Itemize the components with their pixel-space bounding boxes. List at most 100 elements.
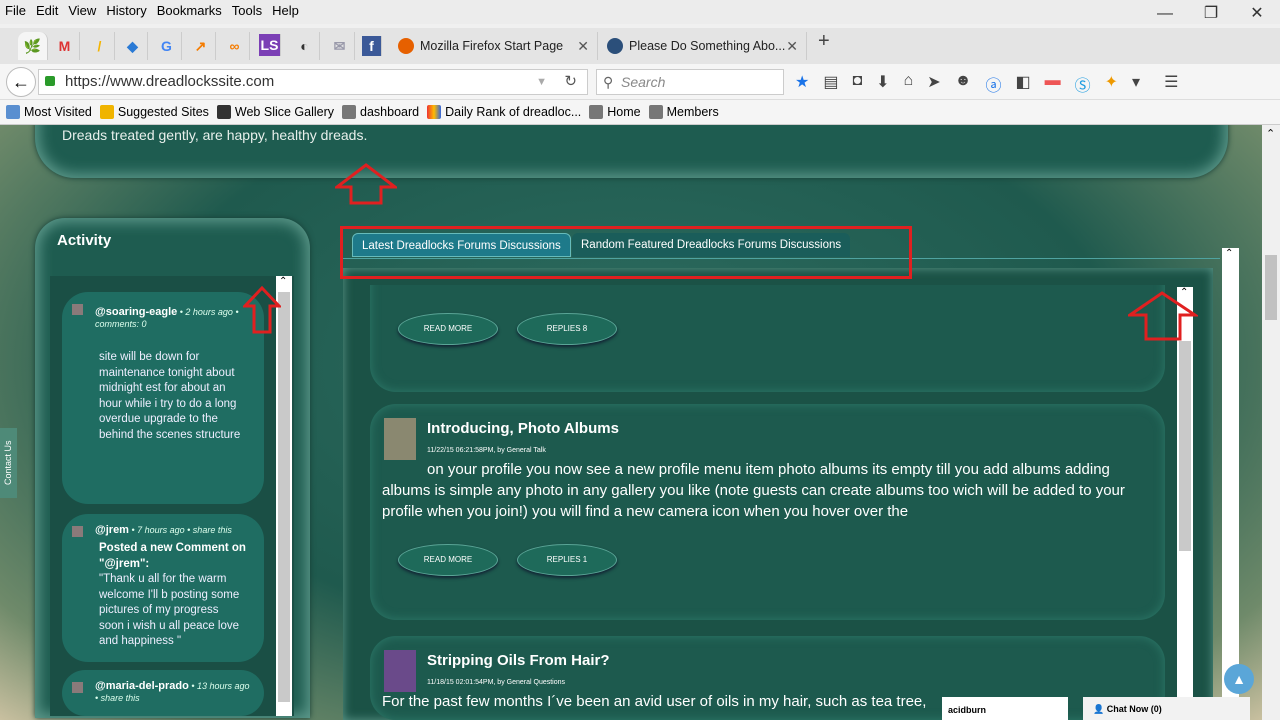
activity-scrollbar[interactable]: ⌃ [276,276,292,716]
minimize-button[interactable]: — [1142,0,1188,28]
home-icon[interactable]: ⌂ [904,72,914,96]
pocket-icon[interactable]: ◘ [852,72,862,96]
discussion-scrollbar[interactable]: ⌃ [1177,287,1193,720]
bookmark-web-slice-gallery[interactable]: Web Slice Gallery [216,105,335,119]
search-placeholder: Search [621,74,666,90]
send-icon[interactable]: ➤ [927,72,940,96]
pinned-tab-dreadlocks[interactable]: 🌿 [18,32,48,60]
scrollbar-track[interactable] [278,292,290,702]
chat-username[interactable]: acidburn [942,697,1068,720]
post-category-link[interactable]: General Talk [507,447,546,454]
bookmark-dashboard[interactable]: dashboard [342,105,419,119]
url-bar[interactable]: https://www.dreadlockssite.com ▼ ↻ [38,69,588,95]
lock-icon [45,76,55,86]
activity-user[interactable]: @jrem [95,524,129,536]
new-tab-button[interactable]: + [818,30,830,53]
annotation-arrow-icon [335,163,397,205]
post-title[interactable]: Introducing, Photo Albums [427,420,619,437]
pinned-tab-google[interactable]: G [152,32,182,60]
pinned-tab-analytics[interactable]: ↗ [186,32,216,60]
activity-item: @soaring-eagle • 2 hours ago • comments:… [62,292,264,504]
bookmark-suggested-sites[interactable]: Suggested Sites [99,105,209,119]
pinned-tab-globe[interactable]: ◐ [290,32,320,60]
pinned-tab-mail[interactable]: ✉ [325,32,355,60]
activity-lead: Posted a new Comment on "@jrem": [99,542,246,570]
hamburger-menu-icon[interactable]: ☰ [1164,72,1178,96]
menu-help[interactable]: Help [267,0,304,18]
page-scrollbar[interactable]: ⌃ [1262,125,1280,720]
back-button[interactable]: ← [6,67,36,97]
restore-button[interactable]: ❐ [1188,0,1234,28]
bookmark-members[interactable]: Members [648,105,719,119]
activity-user[interactable]: @soaring-eagle [95,306,177,318]
close-tab-icon[interactable]: ✕ [786,32,798,60]
post-excerpt: on your profile you now see a new profil… [382,461,1125,520]
post-avatar [384,418,416,460]
menu-edit[interactable]: Edit [31,0,63,18]
activity-body: site will be down for maintenance tonigh… [99,351,241,441]
post-category-link[interactable]: General Questions [507,679,565,686]
overflow-chevron-icon[interactable]: ▾ [1132,72,1140,96]
addon-icon[interactable]: ✦ [1105,72,1118,96]
bookmark-label: Suggested Sites [117,105,209,119]
activity-item: @maria-del-prado • 13 hours ago • share … [62,670,264,716]
replies-button[interactable]: REPLIES 8 [517,313,617,345]
tab-firefox-start[interactable]: Mozilla Firefox Start Page ✕ [394,32,598,60]
menu-bar: File Edit View History Bookmarks Tools Help [0,0,1280,24]
forum-outer-scrollbar[interactable]: ⌃ [1222,248,1239,720]
menu-file[interactable]: File [0,0,31,18]
replies-button[interactable]: REPLIES 1 [517,544,617,576]
discussion-item: Introducing, Photo Albums 11/22/15 06:21… [370,404,1165,620]
menu-view[interactable]: View [63,0,101,18]
scrollbar-thumb[interactable] [1179,341,1191,551]
chat-icon[interactable]: ☻ [955,72,972,96]
menu-tools[interactable]: Tools [227,0,267,18]
activity-meta: • 7 hours ago • share this [128,525,232,535]
download-icon[interactable]: ⬇ [876,72,889,96]
amazon-icon[interactable]: ⓐ [985,72,1001,96]
activity-title: Activity [57,232,112,249]
read-more-button[interactable]: READ MORE [398,313,498,345]
avatar [72,526,83,537]
bookmark-star-icon[interactable]: ★ [795,72,809,96]
bing-icon [99,105,114,119]
pinned-tab-link[interactable]: ∞ [220,32,250,60]
bookmark-label: Home [607,105,641,119]
skype-icon[interactable]: Ⓢ [1075,72,1091,96]
dropdown-icon[interactable]: ▼ [536,70,547,94]
scrollbar-thumb[interactable] [1265,255,1277,320]
close-tab-icon[interactable]: ✕ [577,32,589,60]
bookmark-home[interactable]: Home [589,105,641,119]
post-avatar [384,650,416,692]
pinned-tab-gmail[interactable]: M [50,32,80,60]
pinned-tab-facebook[interactable]: f [362,36,382,56]
chat-now-button[interactable]: 👤 Chat Now (0) [1083,697,1250,720]
post-date: 11/18/15 02:01:54PM, by General Question… [427,679,565,686]
discussion-list: READ MORE REPLIES 8 Introducing, Photo A… [358,285,1194,720]
pinned-tab-adwords[interactable]: / [85,32,115,60]
bookmark-most-visited[interactable]: Most Visited [6,105,92,119]
scroll-up-icon[interactable]: ⌃ [1225,248,1233,259]
menu-bookmarks[interactable]: Bookmarks [152,0,227,18]
tab-please-do-something[interactable]: Please Do Something Abo... ✕ [603,32,807,60]
reload-icon[interactable]: ↻ [564,70,577,94]
pinned-tab-ls[interactable]: LS [259,34,281,56]
contact-us-tab[interactable]: Contact Us [0,428,17,498]
menu-history[interactable]: History [101,0,151,18]
pinned-tab-teamviewer[interactable]: ◆ [118,32,148,60]
bookmark-label: Web Slice Gallery [234,105,335,119]
navigation-bar: ← https://www.dreadlockssite.com ▼ ↻ ⚲ Sear… [0,64,1280,100]
read-more-button[interactable]: READ MORE [398,544,498,576]
extension-icon[interactable]: ▬ [1045,72,1061,96]
bookmarks-toolbar: Most Visited Suggested Sites Web Slice G… [0,100,1280,125]
screenshot-icon[interactable]: ◧ [1015,72,1030,96]
scroll-to-top-button[interactable]: ▲ [1224,664,1254,694]
close-window-button[interactable]: ✕ [1234,0,1280,28]
reading-list-icon[interactable]: ▤ [823,72,838,96]
scroll-up-icon[interactable]: ⌃ [1266,127,1275,140]
post-title[interactable]: Stripping Oils From Hair? [427,652,610,669]
search-input[interactable]: ⚲ Search [596,69,784,95]
activity-user[interactable]: @maria-del-prado [95,680,189,692]
bookmark-daily-rank[interactable]: Daily Rank of dreadloc... [427,105,581,119]
avatar [72,682,83,693]
